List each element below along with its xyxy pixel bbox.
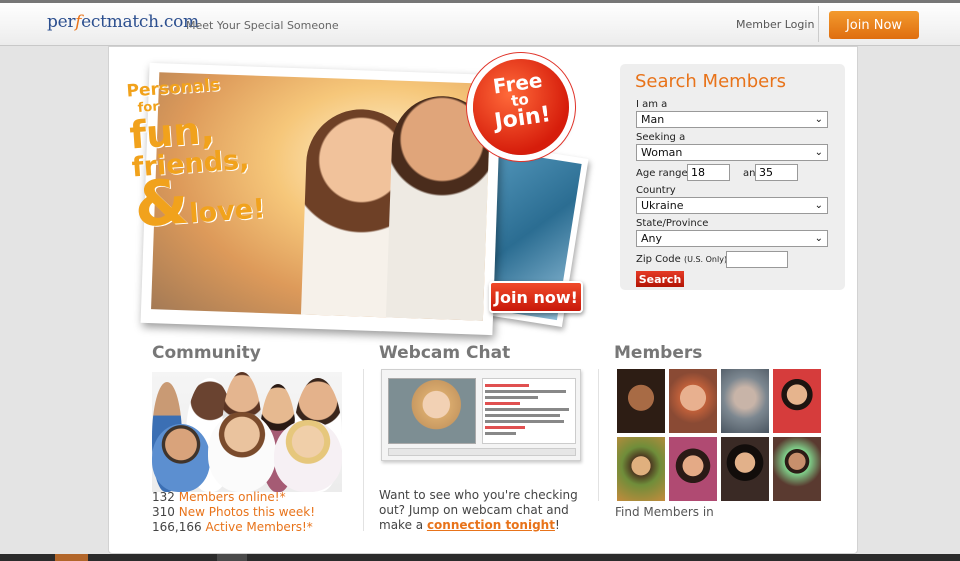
hero-banner[interactable]: Personals for fun, friends, &love! Free … — [123, 52, 589, 343]
search-button[interactable]: Search — [636, 271, 684, 287]
header-divider — [818, 6, 819, 42]
chevron-down-icon: ⌄ — [814, 114, 823, 125]
hero-slogan: Personals for fun, friends, &love! — [126, 73, 267, 241]
page-footer — [0, 554, 960, 561]
section-divider-2 — [598, 369, 599, 501]
member-photo-1[interactable] — [617, 369, 665, 433]
zip-code-input[interactable] — [726, 251, 788, 268]
state-select[interactable]: Any ⌄ — [636, 230, 828, 247]
member-photo-5[interactable] — [617, 437, 665, 501]
member-photo-6[interactable] — [669, 437, 717, 501]
logo-text-2: ectmatch.com — [81, 12, 199, 32]
webcam-chat-title: Webcam Chat — [379, 343, 511, 363]
iam-label: I am a — [636, 99, 668, 110]
zip-label: Zip Code (U.S. Only) — [636, 254, 728, 265]
site-header: perfectmatch.com Meet Your Special Someo… — [0, 0, 960, 46]
community-title: Community — [152, 343, 261, 363]
webcam-input-bar — [388, 448, 576, 456]
member-photo-3[interactable] — [721, 369, 769, 433]
members-online-stat: 132 Members online!* — [152, 490, 286, 504]
iam-select[interactable]: Man ⌄ — [636, 111, 828, 128]
slogan-line-5: love! — [188, 193, 267, 230]
country-select[interactable]: Ukraine ⌄ — [636, 197, 828, 214]
state-label: State/Province — [636, 218, 709, 229]
webcam-video-image — [388, 378, 476, 444]
age-max-input[interactable] — [755, 164, 798, 181]
member-photo-8[interactable] — [773, 437, 821, 501]
find-members-text: Find Members in — [615, 505, 714, 519]
slogan-amp: & — [131, 164, 191, 242]
seeking-select[interactable]: Woman ⌄ — [636, 144, 828, 161]
section-divider-1 — [363, 369, 364, 531]
join-now-button[interactable]: Join Now — [829, 11, 919, 39]
country-label: Country — [636, 185, 676, 196]
chevron-down-icon: ⌄ — [814, 233, 823, 244]
member-login-link[interactable]: Member Login — [736, 18, 814, 31]
hero-join-now-button[interactable]: Join now! — [489, 281, 583, 313]
members-online-link[interactable]: Members online!* — [179, 490, 286, 504]
chevron-down-icon: ⌄ — [814, 200, 823, 211]
new-photos-link[interactable]: New Photos this week! — [179, 505, 315, 519]
member-photo-2[interactable] — [669, 369, 717, 433]
logo-text-1: per — [47, 12, 76, 32]
age-range-label: Age range — [636, 168, 688, 179]
member-photo-7[interactable] — [721, 437, 769, 501]
members-title: Members — [614, 343, 703, 363]
search-title: Search Members — [635, 71, 786, 92]
new-photos-stat: 310 New Photos this week! — [152, 505, 316, 519]
connection-tonight-link[interactable]: connection tonight — [427, 518, 555, 532]
site-logo[interactable]: perfectmatch.com — [47, 12, 199, 32]
webcam-chat-preview[interactable] — [381, 369, 581, 461]
age-min-input[interactable] — [687, 164, 730, 181]
active-members-link[interactable]: Active Members!* — [205, 520, 312, 534]
active-members-stat: 166,166 Active Members!* — [152, 520, 313, 534]
webcam-chat-log — [482, 378, 576, 444]
search-members-form: Search Members I am a Man ⌄ Seeking a Wom… — [620, 64, 845, 290]
member-photo-4[interactable] — [773, 369, 821, 433]
site-tagline: Meet Your Special Someone — [186, 19, 339, 32]
zip-note: (U.S. Only) — [683, 255, 728, 264]
main-panel: Personals for fun, friends, &love! Free … — [108, 46, 858, 554]
chevron-down-icon: ⌄ — [814, 147, 823, 158]
seeking-label: Seeking a — [636, 132, 686, 143]
webcam-description: Want to see who you're checking out? Jum… — [379, 488, 578, 532]
community-photo[interactable] — [152, 372, 342, 492]
